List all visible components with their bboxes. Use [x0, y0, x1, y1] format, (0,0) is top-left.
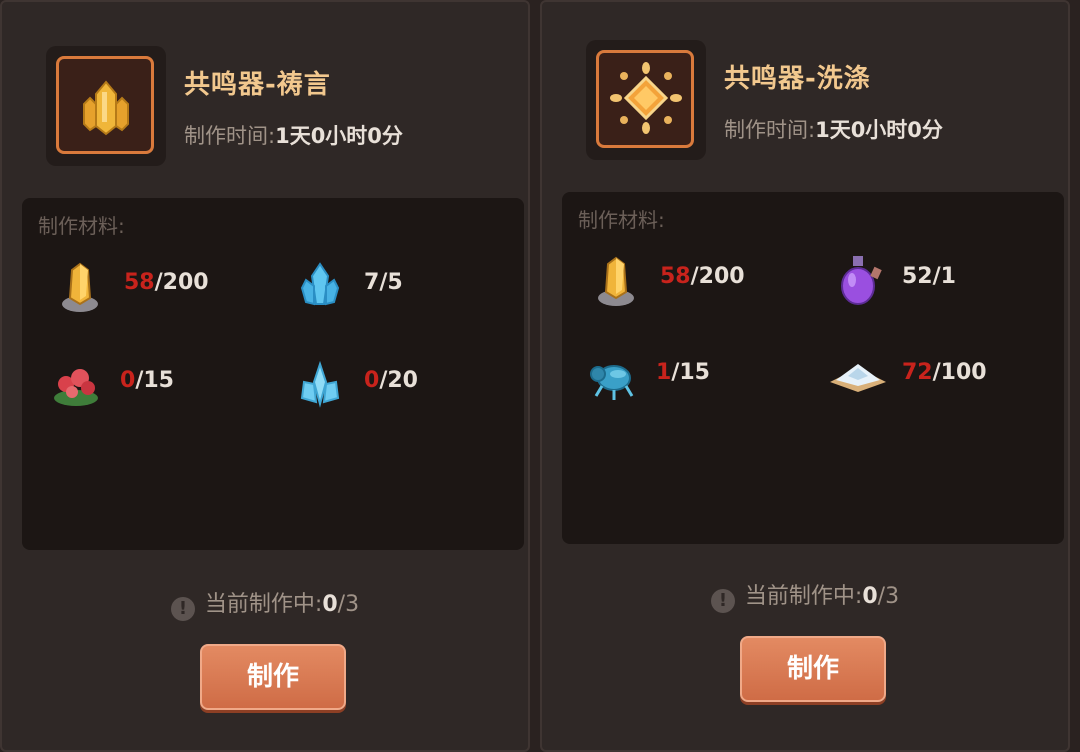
alert-icon: ! [170, 597, 195, 621]
alert-icon: ! [710, 589, 735, 613]
amber-gem-icon [610, 62, 682, 134]
craft-time-value: 1天0小时0分 [275, 124, 403, 148]
crafting-status: ! 当前制作中:0/3 [542, 578, 1068, 613]
craft-time-label: 制作时间: [184, 124, 276, 148]
material-have: 1 [656, 360, 672, 385]
materials-panel: 制作材料: 58/200 7/5 0/15 0/20 [22, 198, 524, 550]
material-need: /100 [932, 360, 987, 385]
craft-button[interactable]: 制作 [200, 644, 346, 710]
ice-crystal-icon [300, 360, 340, 408]
material-item[interactable]: 72/100 [828, 346, 1048, 406]
materials-panel: 制作材料: 58/200 52/1 1/15 72/100 [562, 192, 1064, 544]
red-flower-icon [54, 369, 98, 406]
gold-ore-icon [598, 256, 634, 306]
crafting-status: ! 当前制作中:0/3 [2, 586, 528, 621]
status-max: /3 [877, 584, 900, 609]
material-have: 52 [902, 264, 933, 289]
status-current: 0 [862, 584, 878, 609]
item-slot[interactable] [586, 40, 706, 160]
status-label: 当前制作中: [744, 584, 863, 609]
material-item[interactable]: 0/15 [46, 354, 266, 414]
blue-beetle-icon [590, 365, 634, 400]
blue-crystal-icon [300, 262, 340, 306]
status-current: 0 [322, 592, 338, 617]
purple-potion-icon [841, 256, 882, 305]
material-have: 7 [364, 270, 380, 295]
materials-label: 制作材料: [38, 214, 125, 238]
material-item[interactable]: 1/15 [582, 346, 802, 406]
material-need: /15 [135, 368, 174, 393]
craft-button[interactable]: 制作 [740, 636, 886, 702]
recipe-card-prayer: 共鸣器-祷言 制作时间:1天0小时0分 制作材料: 58/200 7/5 0/1… [0, 0, 530, 752]
material-have: 58 [124, 270, 155, 295]
materials-label: 制作材料: [578, 208, 665, 232]
status-max: /3 [337, 592, 360, 617]
material-have: 72 [902, 360, 933, 385]
material-need: /1 [932, 264, 956, 289]
craft-time: 制作时间:1天0小时0分 [724, 114, 943, 144]
craft-time-label: 制作时间: [724, 118, 816, 142]
recipe-title: 共鸣器-祷言 [184, 70, 331, 100]
material-have: 58 [660, 264, 691, 289]
material-need: /20 [379, 368, 418, 393]
recipe-card-cleanse: 共鸣器-洗涤 制作时间:1天0小时0分 制作材料: 58/200 52/1 1/… [540, 0, 1070, 752]
gold-ore-icon [62, 262, 98, 312]
material-item[interactable]: 58/200 [586, 250, 806, 310]
material-need: /200 [690, 264, 745, 289]
material-item[interactable]: 0/20 [290, 354, 510, 414]
material-item[interactable]: 52/1 [828, 250, 1048, 310]
status-label: 当前制作中: [204, 592, 323, 617]
material-need: /5 [379, 270, 403, 295]
material-need: /15 [671, 360, 710, 385]
material-need: /200 [154, 270, 209, 295]
gold-crystal-icon [83, 80, 129, 136]
craft-time: 制作时间:1天0小时0分 [184, 120, 403, 150]
recipe-title: 共鸣器-洗涤 [724, 64, 871, 94]
material-have: 0 [364, 368, 380, 393]
material-have: 0 [120, 368, 136, 393]
item-slot[interactable] [46, 46, 166, 166]
material-item[interactable]: 58/200 [50, 256, 270, 316]
craft-time-value: 1天0小时0分 [815, 118, 943, 142]
material-item[interactable]: 7/5 [290, 256, 510, 316]
salt-pile-icon [830, 364, 886, 392]
